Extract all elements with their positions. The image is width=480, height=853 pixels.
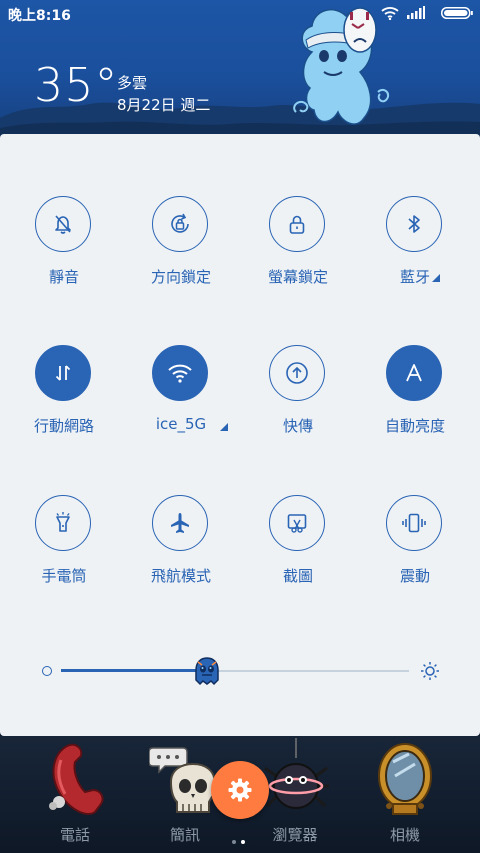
weather-header: 晚上8:16 35° 多雲 8月22日 週二 [0,0,480,140]
tile-screenshot[interactable]: 截圖 [239,495,357,605]
weather-condition: 多雲 [117,74,148,92]
flashlight-toggle[interactable] [35,495,91,551]
tile-flashlight-label: 手電筒 [41,567,87,585]
tile-rotation-lock-label: 方向鎖定 [150,268,211,286]
screen-lock-toggle[interactable] [269,196,325,252]
wifi-icon [168,364,192,383]
page-dot [232,840,236,844]
dock-label-phone: 電話 [59,826,90,844]
tile-rotation-lock[interactable]: 方向鎖定 [122,196,240,306]
battery-icon [441,7,473,19]
dock-label-messages: 簡訊 [169,826,200,844]
upload-icon [286,362,308,384]
vibrate-icon [402,513,426,533]
mobile-data-toggle[interactable] [35,345,91,401]
wifi-menu-caret-icon[interactable] [220,423,228,431]
dock-app-phone[interactable]: 電話 [25,736,125,853]
rotation-lock-icon [171,213,189,233]
status-time: 晚上8:16 [8,8,71,24]
tile-vibrate-label: 震動 [399,567,430,585]
brightness-fill [61,669,208,672]
page-indicator [232,829,250,848]
tile-airplane-mode-label: 飛航模式 [150,567,211,585]
tile-screenshot-label: 截圖 [282,567,313,585]
auto-brightness-toggle[interactable] [386,345,442,401]
tile-airplane-mode[interactable]: 飛航模式 [122,495,240,605]
mobile-data-icon [55,365,71,381]
settings-button[interactable] [211,761,269,819]
tile-screen-lock-label: 螢幕鎖定 [267,268,328,286]
tile-silent[interactable]: 靜音 [5,196,123,306]
bluetooth-menu-caret-icon[interactable] [432,274,440,282]
brightness-thumb-icon[interactable] [192,656,222,686]
tile-auto-brightness-label: 自動亮度 [384,417,445,435]
ghost-mascot-illustration [293,7,390,125]
screenshot-icon [287,514,307,533]
status-bar: 晚上8:16 [0,0,480,26]
signal-icon [407,6,425,19]
gear-icon [228,778,252,802]
quick-settings-panel: 靜音 方向鎖定 螢幕鎖定 藍牙 行動網路 ice_5G 快傳 自動亮度 手電筒 … [0,134,480,736]
bluetooth-toggle[interactable] [386,196,442,252]
dock-label-camera: 相機 [389,826,420,844]
tile-bluetooth[interactable]: 藍牙 [356,196,474,306]
dock-app-camera[interactable]: 相機 [355,736,455,853]
screenshot-button[interactable] [269,495,325,551]
padlock-icon [289,215,305,234]
brightness-low-icon [42,666,52,676]
tile-bluetooth-label: 藍牙 [399,268,430,286]
vibrate-toggle[interactable] [386,495,442,551]
tile-silent-label: 靜音 [48,268,79,286]
flashlight-icon [56,512,70,532]
tile-auto-brightness[interactable]: 自動亮度 [356,345,474,455]
brightness-high-icon [421,662,439,680]
bell-off-icon [55,215,71,234]
bluetooth-icon [408,215,420,233]
tile-wifi[interactable]: ice_5G [122,345,240,455]
brightness-slider[interactable] [0,654,480,694]
wifi-toggle[interactable] [152,345,208,401]
browser-icon [263,738,329,809]
phone-icon [49,743,104,815]
tile-flashlight[interactable]: 手電筒 [5,495,123,605]
tile-quick-share-label: 快傳 [282,417,313,435]
page-dot-active [241,840,245,844]
tile-mobile-data-label: 行動網路 [33,417,94,435]
airplane-icon [171,513,189,533]
tile-screen-lock[interactable]: 螢幕鎖定 [239,196,357,306]
rotation-lock-toggle[interactable] [152,196,208,252]
auto-brightness-icon [406,364,422,382]
tile-quick-share[interactable]: 快傳 [239,345,357,455]
airplane-mode-toggle[interactable] [152,495,208,551]
quick-share-toggle[interactable] [269,345,325,401]
tile-vibrate[interactable]: 震動 [356,495,474,605]
dock-label-browser: 瀏覽器 [272,826,318,844]
camera-icon [378,743,432,815]
weather-date: 8月22日 週二 [117,96,211,114]
tile-mobile-data[interactable]: 行動網路 [5,345,123,455]
silent-toggle[interactable] [35,196,91,252]
temperature: 35° [34,58,119,112]
